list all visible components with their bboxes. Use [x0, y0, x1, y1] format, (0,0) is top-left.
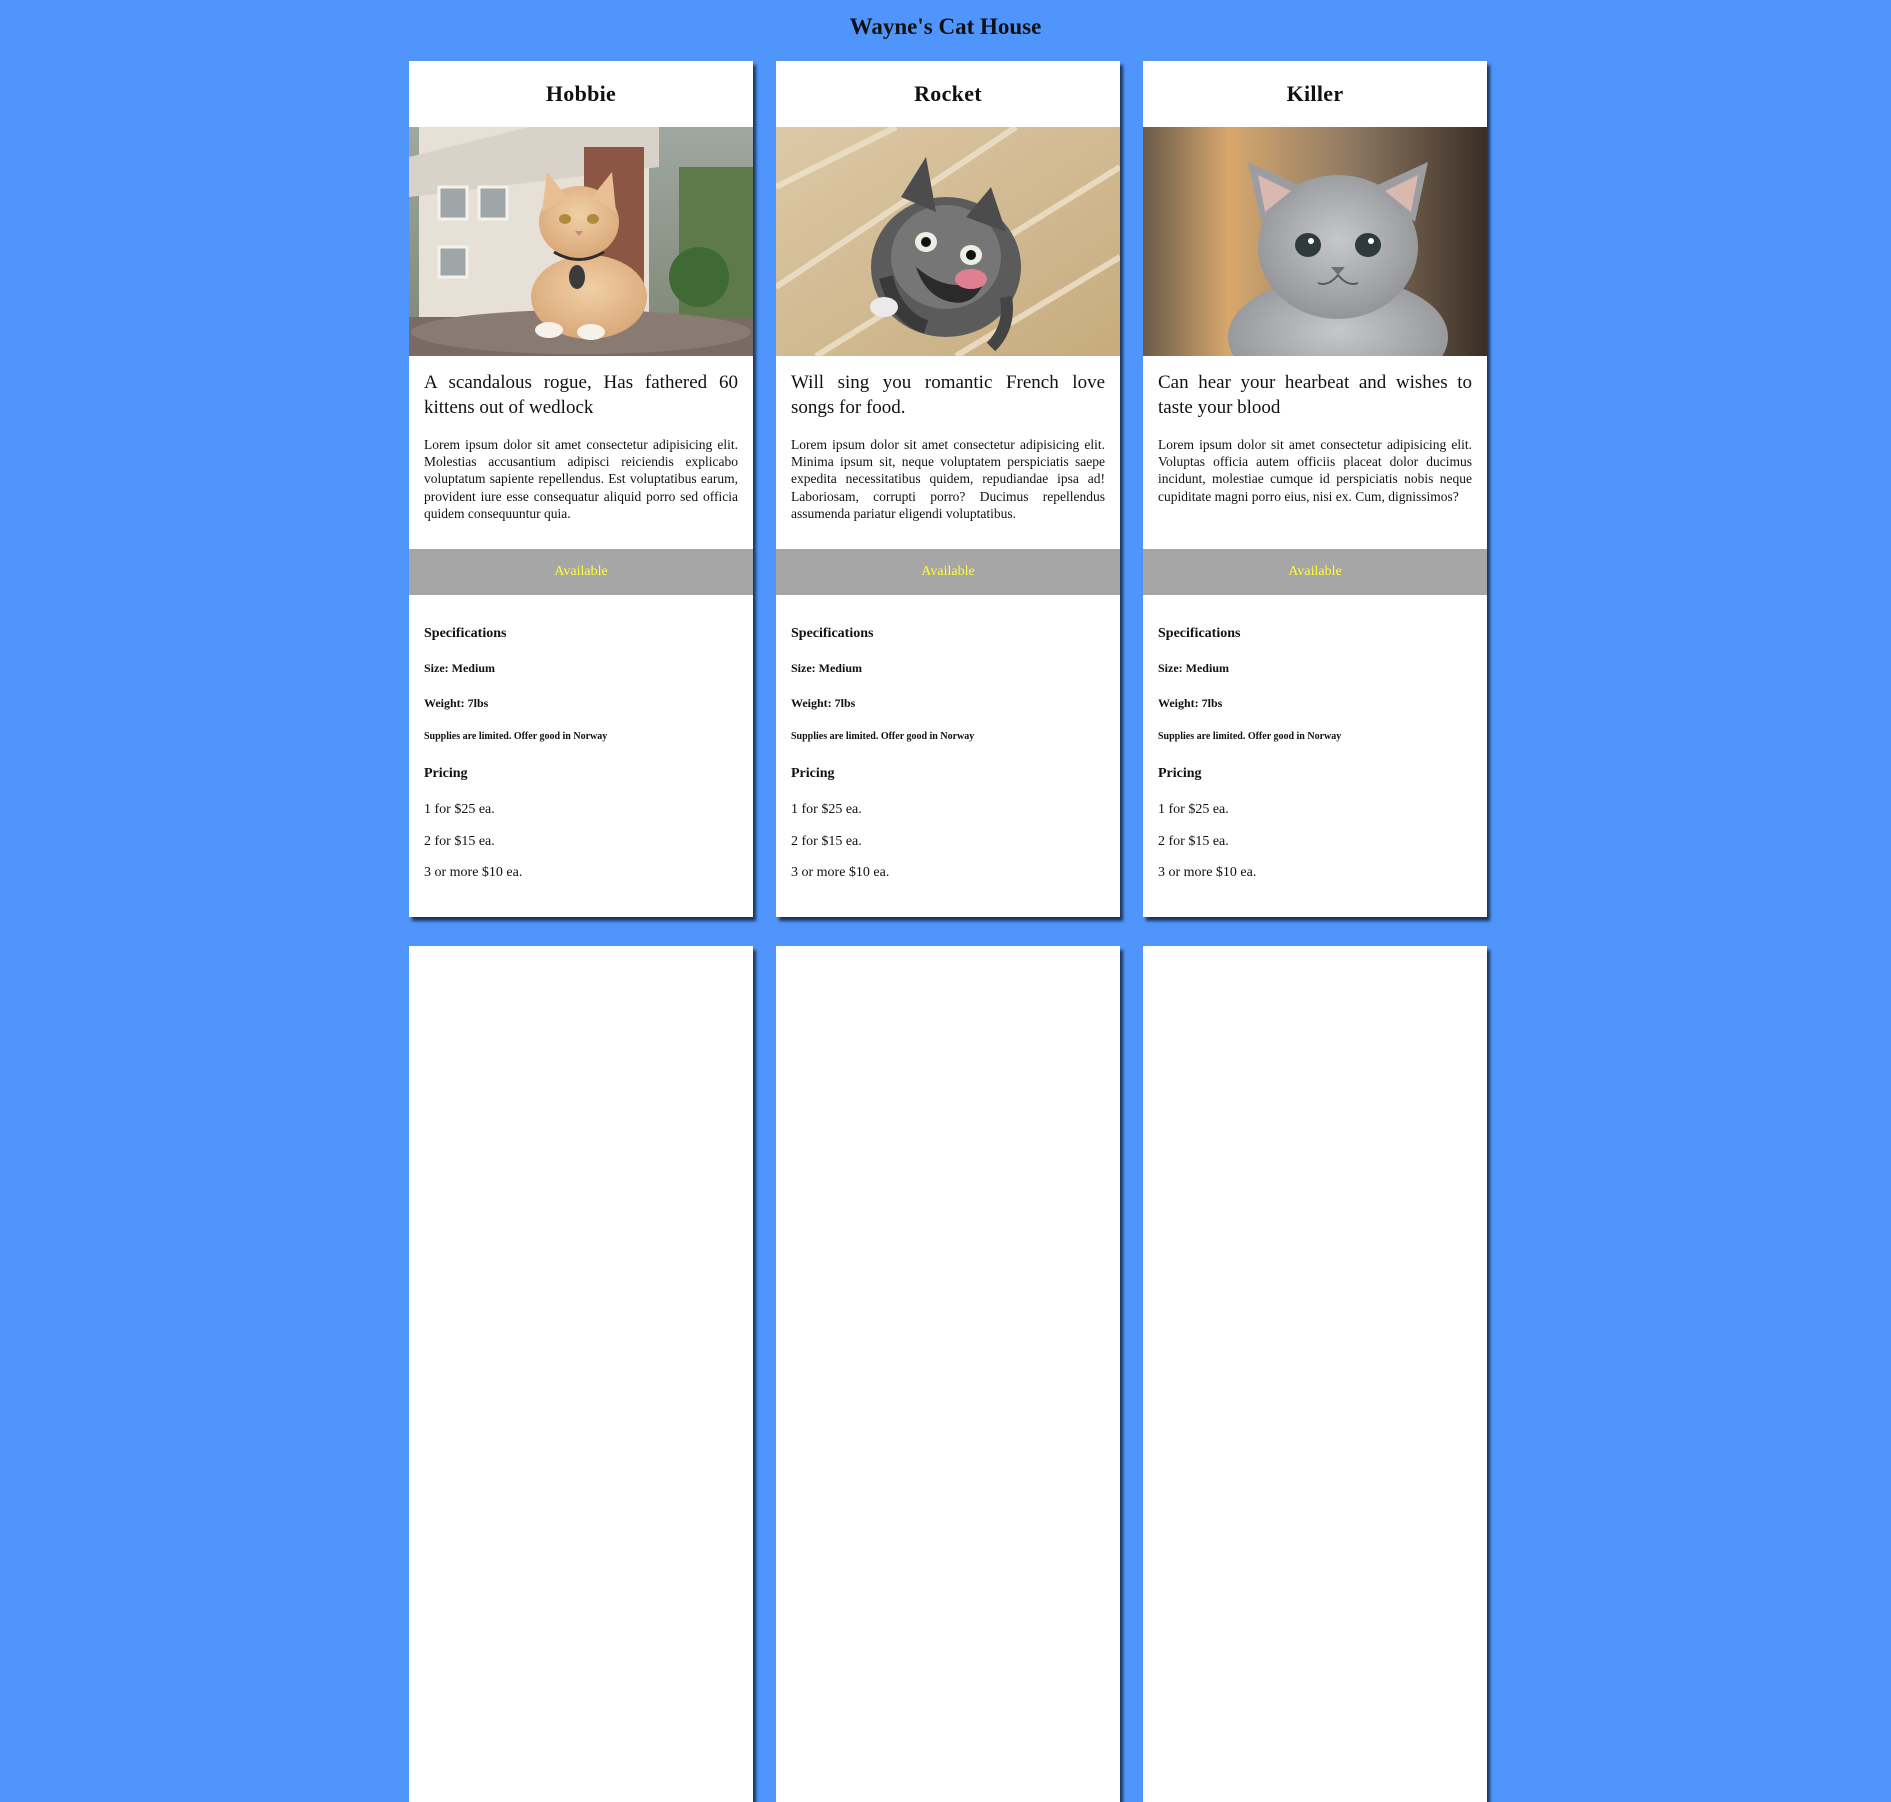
price-tier: 1 for $25 ea.	[1158, 802, 1229, 817]
cat-name: Hobbie	[545, 81, 617, 106]
pricing-heading: Pricing	[1158, 766, 1202, 781]
price-tier: 2 for $15 ea.	[791, 833, 862, 849]
cat-tagline: Will sing you romantic French love songs…	[791, 372, 1105, 418]
availability-status: Available	[409, 549, 753, 595]
cat-description: Lorem ipsum dolor sit amet consectetur a…	[1158, 437, 1472, 504]
cat-tagline: A scandalous rogue, Has fathered 60 kitt…	[424, 372, 738, 418]
tabby-kitten-tongue-photo	[776, 127, 1120, 356]
supply-note: Supplies are limited. Offer good in Norw…	[791, 731, 975, 742]
cat-card-next-row	[409, 946, 753, 1802]
cat-description: Lorem ipsum dolor sit amet consectetur a…	[791, 437, 1105, 521]
site-title: Wayne's Cat House	[849, 14, 1042, 39]
supply-note: Supplies are limited. Offer good in Norw…	[424, 731, 608, 742]
cat-details: Specifications Size: Medium Weight: 7lbs…	[424, 626, 738, 897]
price-tier: 2 for $15 ea.	[1158, 833, 1229, 849]
price-tier: 3 or more $10 ea.	[1158, 865, 1257, 880]
weight-spec: Weight: 7lbs	[791, 696, 856, 710]
size-spec: Size: Medium	[424, 661, 495, 675]
grey-kitten-photo	[1143, 127, 1487, 356]
availability-status: Available	[1143, 549, 1487, 595]
price-tier: 1 for $25 ea.	[791, 802, 862, 817]
price-tier: 3 or more $10 ea.	[424, 865, 523, 880]
weight-spec: Weight: 7lbs	[1158, 696, 1223, 710]
supply-note: Supplies are limited. Offer good in Norw…	[1158, 731, 1342, 742]
cat-description: Lorem ipsum dolor sit amet consectetur a…	[424, 437, 738, 521]
pricing-heading: Pricing	[791, 766, 835, 781]
availability-status: Available	[776, 549, 1120, 595]
cat-card-hobbie: Hobbie A scandalous rogue, Has fathered …	[409, 61, 753, 917]
cat-card-rocket: Rocket Will sing you romantic French lov…	[776, 61, 1120, 917]
weight-spec: Weight: 7lbs	[424, 696, 489, 710]
price-tier: 3 or more $10 ea.	[791, 865, 890, 880]
cat-card-next-row	[776, 946, 1120, 1802]
size-spec: Size: Medium	[1158, 661, 1229, 675]
cat-tagline: Can hear your hearbeat and wishes to tas…	[1158, 372, 1472, 418]
cat-name: Rocket	[914, 81, 982, 106]
price-tier: 1 for $25 ea.	[424, 802, 495, 817]
cat-card-killer: Killer Can hear your hearbeat and wishes…	[1143, 61, 1487, 917]
cat-card-next-row	[1143, 946, 1487, 1802]
cat-name: Killer	[1286, 81, 1344, 106]
cat-details: Specifications Size: Medium Weight: 7lbs…	[1158, 626, 1472, 897]
specifications-heading: Specifications	[424, 626, 507, 641]
orange-tabby-cat-photo	[409, 127, 753, 356]
cat-card-grid: Hobbie A scandalous rogue, Has fathered …	[409, 61, 1487, 1802]
specifications-heading: Specifications	[1158, 626, 1241, 641]
pricing-heading: Pricing	[424, 766, 468, 781]
cat-details: Specifications Size: Medium Weight: 7lbs…	[791, 626, 1105, 897]
size-spec: Size: Medium	[791, 661, 862, 675]
specifications-heading: Specifications	[791, 626, 874, 641]
price-tier: 2 for $15 ea.	[424, 833, 495, 849]
